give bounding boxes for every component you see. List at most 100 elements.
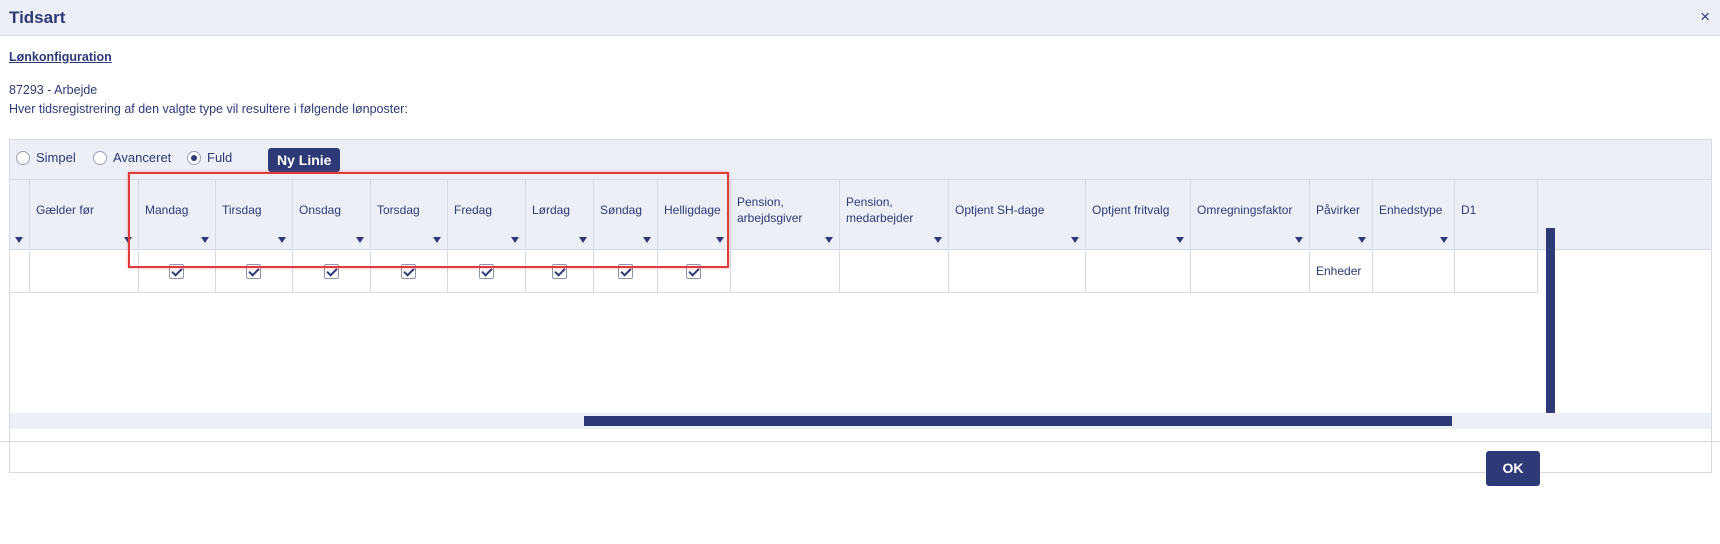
col-header-optjent-fritvalg[interactable]: Optjent fritvalg	[1086, 180, 1191, 250]
dialog-title: Tidsart	[9, 8, 66, 27]
col-header-mandag[interactable]: Mandag	[139, 180, 216, 250]
col-header-label: Lørdag	[532, 203, 571, 217]
new-line-button[interactable]: Ny Linie	[268, 148, 341, 172]
filter-icon[interactable]	[1295, 237, 1303, 243]
col-header-label: Onsdag	[299, 203, 342, 217]
radio-circle-icon	[16, 150, 30, 165]
checkbox-soendag[interactable]	[617, 264, 633, 279]
radio-avanceret[interactable]: Avanceret	[93, 150, 171, 165]
col-header-label: Gælder før	[36, 203, 95, 217]
filter-icon[interactable]	[825, 237, 833, 243]
cell-loerdag	[526, 251, 594, 293]
radio-fuld[interactable]: Fuld	[187, 150, 232, 165]
filter-icon[interactable]	[356, 237, 364, 243]
radio-label: Avanceret	[113, 150, 172, 165]
col-header-d1[interactable]: D1	[1455, 180, 1538, 250]
grid-toolbar: Simpel Avanceret Fuld Ny Linie	[10, 140, 1711, 180]
description-text: Hver tidsregistrering af den valgte type…	[9, 102, 408, 116]
row-selector[interactable]	[10, 251, 30, 293]
filter-icon[interactable]	[1176, 237, 1184, 243]
footer-divider	[0, 441, 1720, 442]
radio-circle-icon	[93, 150, 107, 165]
col-header-label: D1	[1461, 203, 1477, 217]
col-header-label: Helligdage	[664, 203, 721, 217]
dialog-titlebar: Tidsart ×	[0, 0, 1720, 36]
vertical-scrollbar[interactable]	[1546, 228, 1555, 413]
cell-d1[interactable]	[1455, 251, 1538, 293]
col-header-helligdage[interactable]: Helligdage	[658, 180, 731, 250]
cell-paavirker[interactable]: Enheder	[1310, 251, 1373, 293]
checkbox-torsdag[interactable]	[401, 264, 416, 279]
col-header-gaelder-foer[interactable]: Gælder før	[30, 180, 139, 250]
radio-label: Fuld	[207, 150, 233, 165]
checkbox-helligdage[interactable]	[686, 264, 701, 279]
checkbox-mandag[interactable]	[169, 264, 184, 279]
cell-enhedstype[interactable]	[1373, 251, 1455, 293]
col-header-label: Pension, medarbejder	[846, 195, 914, 225]
cell-optjent-fritvalg[interactable]	[1086, 251, 1191, 293]
filter-icon[interactable]	[278, 237, 286, 243]
col-header-torsdag[interactable]: Torsdag	[371, 180, 448, 250]
filter-icon[interactable]	[1440, 237, 1448, 243]
cell-omregningsfaktor[interactable]	[1191, 251, 1310, 293]
filter-icon[interactable]	[1358, 237, 1366, 243]
col-header-label: Mandag	[145, 203, 189, 217]
cell-fredag	[448, 251, 526, 293]
cell-soendag	[594, 251, 658, 293]
radio-simpel[interactable]: Simpel	[16, 150, 76, 165]
filter-icon[interactable]	[716, 237, 724, 243]
filter-icon[interactable]	[511, 237, 519, 243]
col-header-paavirker[interactable]: Påvirker	[1310, 180, 1373, 250]
filter-icon[interactable]	[15, 237, 23, 243]
col-header-optjent-sh-dage[interactable]: Optjent SH-dage	[949, 180, 1086, 250]
cell-pension-medarbejder[interactable]	[840, 251, 949, 293]
cell-optjent-sh-dage[interactable]	[949, 251, 1086, 293]
cell-onsdag	[293, 251, 371, 293]
col-header-onsdag[interactable]: Onsdag	[293, 180, 371, 250]
checkbox-tirsdag[interactable]	[246, 264, 261, 279]
lonkonfiguration-link[interactable]: Lønkonfiguration	[9, 50, 112, 64]
ok-button[interactable]: OK	[1486, 451, 1540, 486]
col-header-label: Optjent fritvalg	[1092, 203, 1170, 217]
col-header-enhedstype[interactable]: Enhedstype	[1373, 180, 1455, 250]
col-header-label: Omregningsfaktor	[1197, 203, 1293, 217]
col-header-soendag[interactable]: Søndag	[594, 180, 658, 250]
col-header-filler	[1538, 180, 1711, 250]
filter-icon[interactable]	[201, 237, 209, 243]
wage-grid: Simpel Avanceret Fuld Ny Linie Gælder fø…	[9, 139, 1712, 473]
col-header-pension-arbejdsgiver[interactable]: Pension, arbejdsgiver	[731, 180, 840, 250]
filter-icon[interactable]	[643, 237, 651, 243]
cell-torsdag	[371, 251, 448, 293]
checkbox-onsdag[interactable]	[323, 264, 339, 279]
col-header-omregningsfaktor[interactable]: Omregningsfaktor	[1191, 180, 1310, 250]
col-header-label: Søndag	[600, 203, 643, 217]
cell-tirsdag	[216, 251, 293, 293]
paavirker-value: Enheder	[1316, 264, 1362, 278]
close-icon[interactable]: ×	[1700, 7, 1710, 27]
col-header-label: Fredag	[454, 203, 493, 217]
radio-circle-selected-icon	[187, 150, 201, 165]
col-header-tirsdag[interactable]: Tirsdag	[216, 180, 293, 250]
col-header-pension-medarbejder[interactable]: Pension, medarbejder	[840, 180, 949, 250]
col-header-label: Torsdag	[377, 203, 420, 217]
horizontal-scrollbar[interactable]	[584, 416, 1452, 426]
checkbox-fredag[interactable]	[478, 264, 494, 279]
checkbox-loerdag[interactable]	[551, 264, 567, 279]
col-header-fredag[interactable]: Fredag	[448, 180, 526, 250]
filter-icon[interactable]	[934, 237, 942, 243]
cell-gaelder-foer[interactable]	[30, 251, 139, 293]
cell-pension-arbejdsgiver[interactable]	[731, 251, 840, 293]
wage-code-label: 87293 - Arbejde	[9, 83, 98, 97]
filter-icon[interactable]	[433, 237, 441, 243]
filter-icon[interactable]	[579, 237, 587, 243]
col-header-label: Pension, arbejdsgiver	[737, 195, 803, 225]
cell-helligdage	[658, 251, 731, 293]
filter-icon[interactable]	[124, 237, 132, 243]
col-header-loerdag[interactable]: Lørdag	[526, 180, 594, 250]
filter-icon[interactable]	[1071, 237, 1079, 243]
radio-label: Simpel	[36, 150, 76, 165]
col-header-label: Optjent SH-dage	[955, 203, 1045, 217]
cell-mandag	[139, 251, 216, 293]
col-header-select	[10, 180, 30, 250]
col-header-label: Tirsdag	[222, 203, 262, 217]
